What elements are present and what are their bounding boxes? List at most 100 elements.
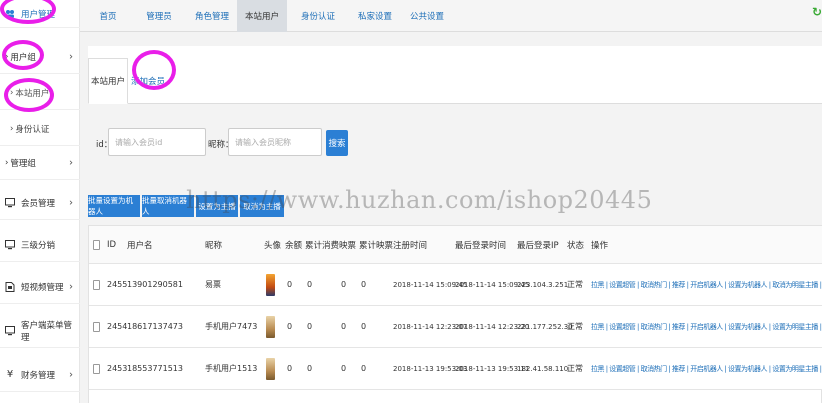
set-host-button[interactable]: 设置为主播: [196, 195, 238, 217]
sidebar-item-label: 用户组: [10, 52, 36, 63]
col-nickname: 昵称: [205, 240, 223, 251]
users-table: ID 用户名 昵称 头像 余额 累计消费 映票 累计映票 注册时间 最后登录时间…: [88, 225, 822, 403]
caret-icon: ›: [10, 87, 14, 98]
cell-total-spent: 0: [307, 364, 313, 373]
search-button[interactable]: 搜索: [326, 130, 348, 156]
row-checkbox[interactable]: [93, 264, 100, 305]
sidebar-item-label: 三级分销: [21, 240, 56, 251]
chevron-right-icon: ›: [69, 157, 73, 168]
file-icon: [5, 281, 15, 292]
sidebar-item-admin-group[interactable]: › 管理组 ›: [0, 146, 80, 180]
cell-last-ip: 221.177.252.30: [517, 322, 573, 331]
sidebar-item-client-menu[interactable]: 客户端菜单管理: [0, 314, 80, 348]
sidebar-item-label: 会员管理: [21, 198, 56, 209]
col-total-spent: 累计消费: [305, 240, 340, 251]
yen-icon: ¥: [6, 369, 14, 380]
cell-tickets: 0: [341, 322, 347, 331]
caret-icon: ›: [10, 123, 14, 134]
sidebar-item-label: 管理组: [10, 158, 36, 169]
chevron-right-icon: ›: [69, 51, 73, 62]
cell-balance: 0: [287, 364, 293, 373]
tab-role-management[interactable]: 角色管理: [187, 0, 237, 32]
tab-private-settings[interactable]: 私家设置: [350, 0, 400, 32]
users-icon: [5, 9, 15, 19]
monitor-icon: [5, 239, 15, 250]
table-row: 2453 18553771513 手机用户1513 0 0 0 0 2018-1…: [89, 348, 822, 390]
avatar: [266, 348, 275, 389]
cell-total-tickets: 0: [361, 280, 367, 289]
cell-status: 正常: [567, 364, 583, 373]
cancel-host-button[interactable]: 取消为主播: [240, 195, 284, 217]
cell-id: 2454: [107, 322, 128, 331]
row-actions[interactable]: 拉黑 | 设置超管 | 取消热门 | 推荐 | 开启机器人 | 设置为机器人 |…: [591, 348, 822, 389]
chevron-right-icon: ›: [69, 281, 73, 292]
sidebar-item-label: 客户端菜单管理: [21, 320, 73, 343]
col-actions: 操作: [591, 240, 609, 251]
cell-tickets: 0: [341, 280, 347, 289]
refresh-icon[interactable]: ↻: [812, 0, 822, 24]
sidebar: 用户管理 › 用户组 › › 本站用户 › 身份认证 › 管理组 › 会员管理 …: [0, 0, 80, 403]
col-balance: 余额: [285, 240, 303, 251]
avatar: [266, 264, 275, 305]
col-registered: 注册时间: [393, 240, 428, 251]
cell-username: 18553771513: [127, 364, 183, 373]
search-bar: id： 昵称： 搜索: [88, 112, 822, 174]
col-status: 状态: [567, 240, 585, 251]
col-total-tickets: 累计映票: [359, 240, 394, 251]
monitor-icon: [5, 325, 15, 336]
cell-status: 正常: [567, 280, 583, 289]
sidebar-item-user-management[interactable]: 用户管理: [0, 0, 80, 28]
row-actions[interactable]: 拉黑 | 设置超管 | 取消热门 | 推荐 | 开启机器人 | 设置为机器人 |…: [591, 264, 822, 305]
top-nav: 首页 管理员 角色管理 本站用户 身份认证 私家设置 公共设置 ↻: [80, 0, 822, 32]
tab-identity-auth[interactable]: 身份认证: [293, 0, 343, 32]
sidebar-item-member-management[interactable]: 会员管理 ›: [0, 186, 80, 220]
select-all-checkbox[interactable]: [93, 226, 100, 263]
sidebar-item-identity-auth[interactable]: › 身份认证: [0, 112, 80, 146]
cell-username: 18617137473: [127, 322, 183, 331]
tab-home[interactable]: 首页: [88, 0, 128, 32]
tab-site-users[interactable]: 本站用户: [237, 0, 287, 32]
cell-id: 2453: [107, 364, 128, 373]
chevron-right-icon: ›: [69, 197, 73, 208]
sidebar-item-short-video[interactable]: 短视频管理 ›: [0, 270, 80, 304]
cell-last-ip: 223.104.3.251: [517, 280, 569, 289]
sidebar-item-finance[interactable]: ¥ 财务管理 ›: [0, 358, 80, 392]
member-id-input[interactable]: [108, 128, 206, 156]
tab-site-users-list[interactable]: 本站用户: [88, 58, 128, 104]
table-header: ID 用户名 昵称 头像 余额 累计消费 映票 累计映票 注册时间 最后登录时间…: [89, 226, 822, 264]
cell-total-spent: 0: [307, 322, 313, 331]
caret-icon: ›: [5, 51, 9, 62]
col-id: ID: [107, 239, 117, 250]
row-checkbox[interactable]: [93, 348, 100, 389]
cell-username: 13901290581: [127, 280, 183, 289]
cell-total-tickets: 0: [361, 322, 367, 331]
chevron-right-icon: ›: [69, 369, 73, 380]
bulk-cancel-robot-button[interactable]: 批量取消机器人: [142, 195, 194, 217]
sidebar-item-site-users[interactable]: › 本站用户: [0, 76, 80, 110]
cell-last-ip: 182.41.58.110: [517, 364, 569, 373]
cell-total-tickets: 0: [361, 364, 367, 373]
sidebar-item-user-group[interactable]: › 用户组 ›: [0, 40, 80, 74]
row-actions[interactable]: 拉黑 | 设置超管 | 取消热门 | 推荐 | 开启机器人 | 设置为机器人 |…: [591, 306, 822, 347]
cell-total-spent: 0: [307, 280, 313, 289]
app-root: 用户管理 › 用户组 › › 本站用户 › 身份认证 › 管理组 › 会员管理 …: [0, 0, 822, 403]
monitor-icon: [5, 197, 15, 208]
cell-nickname: 手机用户7473: [205, 322, 258, 331]
bulk-set-robot-button[interactable]: 批量设置为机器人: [88, 195, 140, 217]
cell-tickets: 0: [341, 364, 347, 373]
table-row: 2455 13901290581 易票 0 0 0 0 2018-11-14 1…: [89, 264, 822, 306]
cell-nickname: 易票: [205, 280, 221, 289]
nickname-input[interactable]: [228, 128, 322, 156]
sidebar-item-distribution[interactable]: 三级分销: [0, 228, 80, 262]
sidebar-item-label: 用户管理: [21, 9, 56, 20]
main-content: 本站用户 添加会员 id： 昵称： 搜索 批量设置为机器人 批量取消机器人 设置…: [80, 32, 822, 403]
cell-id: 2455: [107, 280, 128, 289]
tab-add-member[interactable]: 添加会员: [128, 58, 168, 104]
row-checkbox[interactable]: [93, 306, 100, 347]
col-last-login: 最后登录时间: [455, 240, 507, 251]
sidebar-item-label: 财务管理: [21, 370, 56, 381]
tab-admin[interactable]: 管理员: [138, 0, 180, 32]
tab-public-settings[interactable]: 公共设置: [402, 0, 452, 32]
caret-icon: ›: [5, 157, 9, 168]
cell-balance: 0: [287, 322, 293, 331]
